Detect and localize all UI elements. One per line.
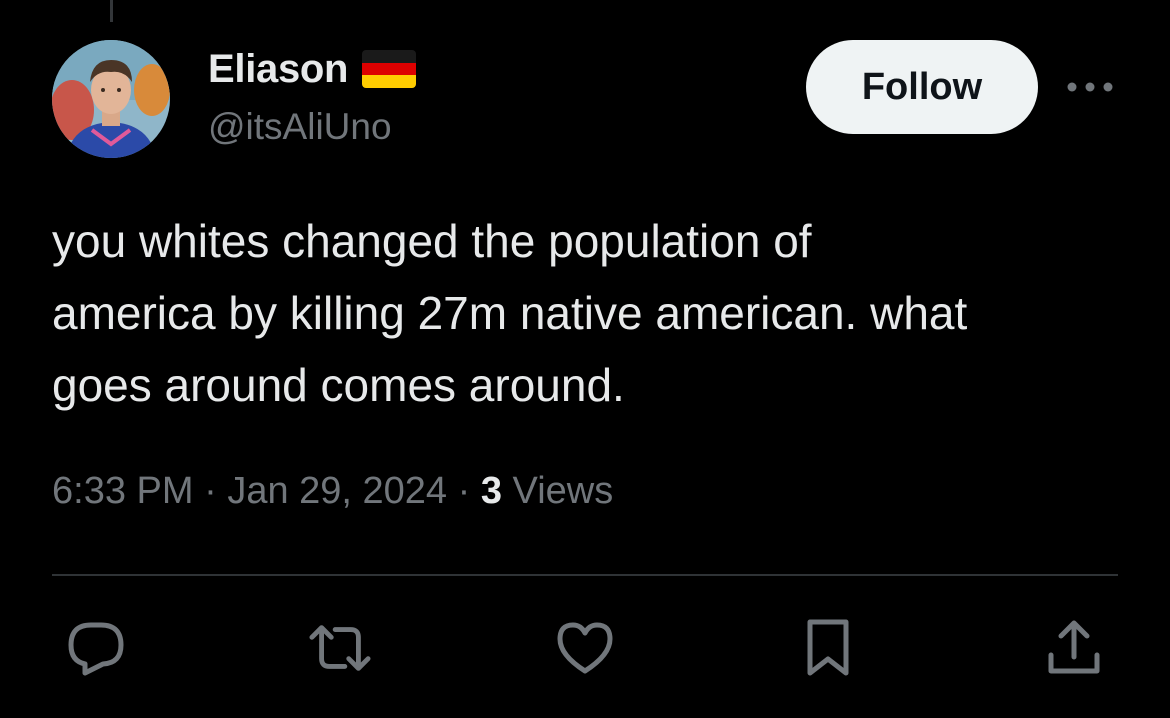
views-count: 3 bbox=[480, 470, 502, 512]
author-handle[interactable]: @itsAliUno bbox=[208, 106, 392, 148]
retweet-icon bbox=[309, 625, 371, 671]
bookmark-button[interactable] bbox=[796, 616, 860, 680]
meta-separator: · bbox=[457, 470, 471, 512]
tweet-metadata: 6:33 PM · Jan 29, 2024 · 3 Views bbox=[52, 470, 613, 513]
more-options-button[interactable] bbox=[1064, 72, 1116, 102]
avatar-image bbox=[52, 40, 170, 158]
tweet-date[interactable]: Jan 29, 2024 bbox=[227, 470, 447, 512]
author-display-name[interactable]: Eliason bbox=[208, 47, 348, 92]
avatar[interactable] bbox=[52, 40, 170, 158]
like-icon bbox=[557, 622, 613, 674]
follow-button[interactable]: Follow bbox=[806, 40, 1038, 134]
like-button[interactable] bbox=[553, 616, 617, 680]
views-label: Views bbox=[512, 470, 614, 512]
thread-connector-line bbox=[110, 0, 113, 22]
divider bbox=[52, 574, 1118, 576]
meta-separator: · bbox=[204, 470, 217, 512]
more-horizontal-icon bbox=[1067, 82, 1113, 92]
bookmark-icon bbox=[807, 619, 849, 676]
share-button[interactable] bbox=[1042, 616, 1106, 680]
reply-icon bbox=[68, 622, 124, 676]
retweet-button[interactable] bbox=[308, 616, 372, 680]
reply-button[interactable] bbox=[64, 616, 128, 680]
author-name-row: Eliason bbox=[208, 44, 417, 94]
tweet-time[interactable]: 6:33 PM bbox=[52, 470, 194, 512]
share-icon bbox=[1048, 620, 1100, 674]
tweet-text: you whites changed the population of ame… bbox=[52, 215, 968, 411]
germany-flag-icon bbox=[362, 50, 417, 88]
